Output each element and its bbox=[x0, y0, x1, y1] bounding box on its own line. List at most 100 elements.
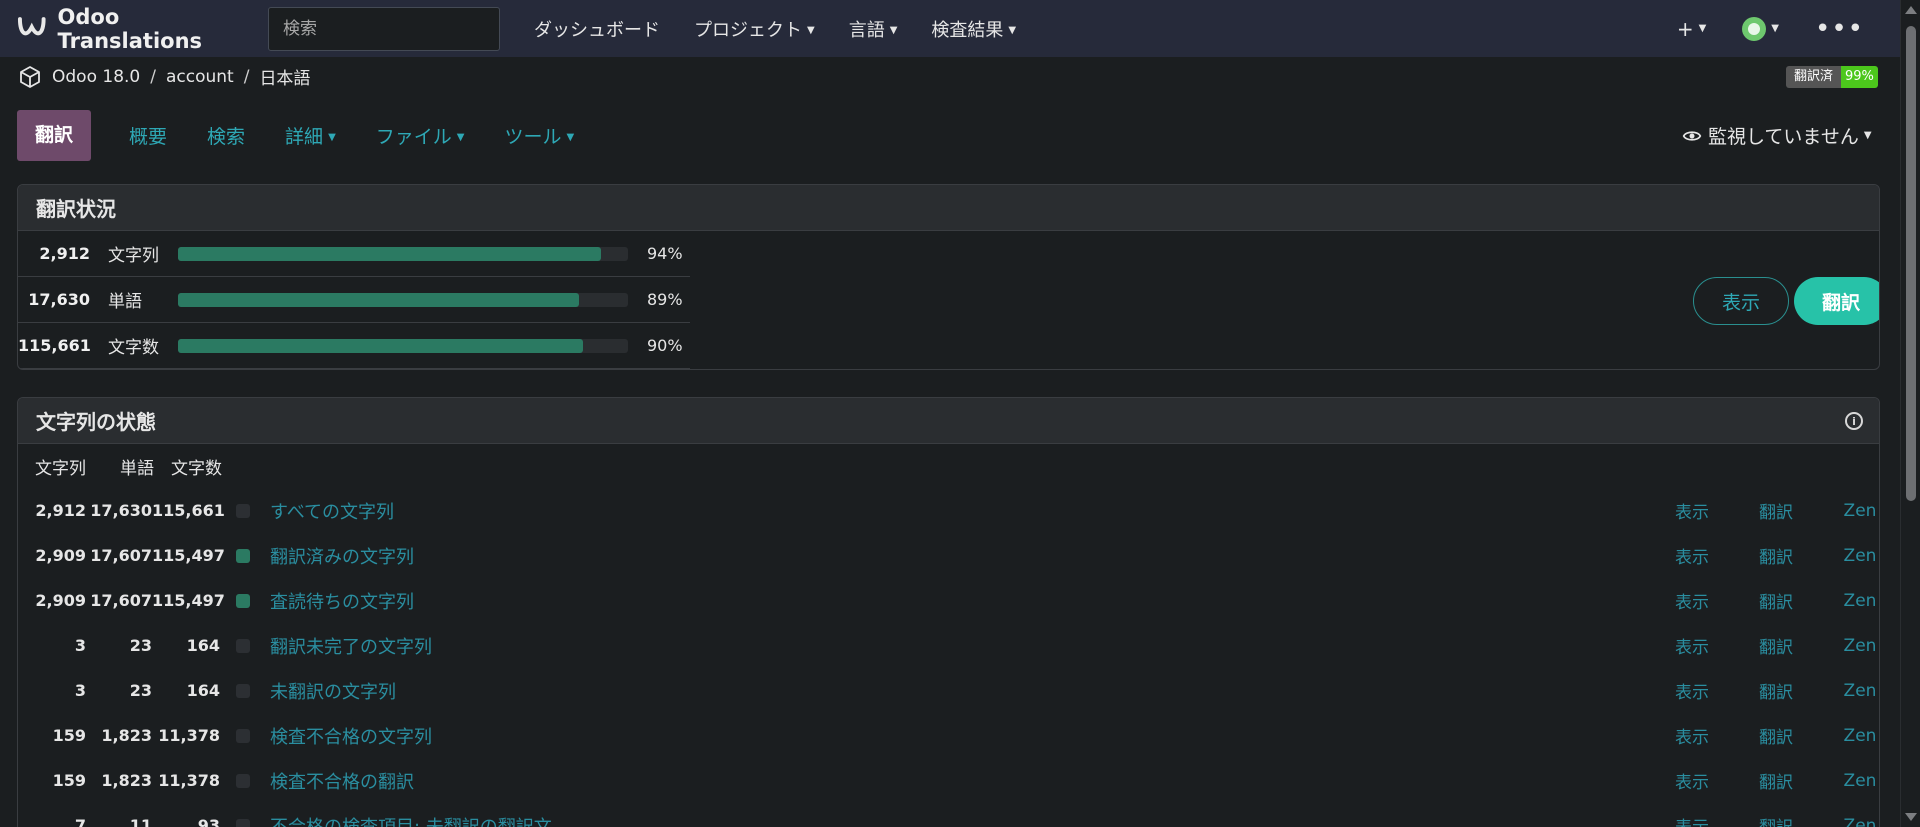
more-menu-button[interactable]: ••• bbox=[1815, 16, 1864, 42]
view-button[interactable]: 表示 bbox=[1693, 277, 1789, 325]
nav-links: ダッシュボード プロジェクト ▼ 言語 ▼ 検査結果 ▼ bbox=[534, 16, 1050, 42]
tab-search[interactable]: 検索 bbox=[207, 122, 245, 149]
progress-bar bbox=[178, 292, 628, 307]
string-filter-link[interactable]: 査読待ちの文字列 bbox=[270, 588, 414, 614]
row-actions: 表示翻訳Zen bbox=[1650, 668, 1879, 713]
tab-tools[interactable]: ツール ▼ bbox=[504, 122, 574, 149]
top-navbar: Odoo Translations ダッシュボード プロジェクト▼ 言語▼ 検査… bbox=[0, 0, 1900, 57]
tab-translate[interactable]: 翻訳 bbox=[17, 110, 92, 161]
translate-link[interactable]: 翻訳 bbox=[1734, 813, 1818, 827]
translate-button[interactable]: 翻訳 bbox=[1794, 277, 1879, 325]
zen-link[interactable]: Zen bbox=[1818, 726, 1879, 746]
string-count: 2,909 bbox=[35, 546, 86, 565]
nav-languages[interactable]: 言語 ▼ bbox=[849, 16, 898, 42]
word-count: 11 bbox=[129, 816, 152, 827]
zen-link[interactable]: Zen bbox=[1818, 816, 1879, 827]
row-actions: 表示翻訳Zen bbox=[1650, 623, 1879, 668]
view-link[interactable]: 表示 bbox=[1650, 588, 1734, 613]
tab-files[interactable]: ファイル ▼ bbox=[376, 122, 465, 149]
add-menu-button[interactable]: + ▼ bbox=[1677, 17, 1706, 41]
avatar bbox=[1742, 16, 1767, 41]
char-count: 115,497 bbox=[152, 546, 225, 565]
status-chip bbox=[236, 638, 250, 653]
row-actions: 表示翻訳Zen bbox=[1650, 488, 1879, 533]
view-link[interactable]: 表示 bbox=[1650, 498, 1734, 523]
char-count: 164 bbox=[186, 681, 220, 700]
zen-link[interactable]: Zen bbox=[1818, 591, 1879, 611]
translate-link[interactable]: 翻訳 bbox=[1734, 543, 1818, 568]
word-count: 1,823 bbox=[101, 771, 152, 790]
string-filter-link[interactable]: 検査不合格の翻訳 bbox=[270, 768, 414, 794]
translate-link[interactable]: 翻訳 bbox=[1734, 498, 1818, 523]
row-actions: 表示翻訳Zen bbox=[1650, 713, 1879, 758]
view-link[interactable]: 表示 bbox=[1650, 633, 1734, 658]
status-chip bbox=[236, 593, 250, 608]
nav-dashboard[interactable]: ダッシュボード bbox=[534, 16, 660, 42]
scroll-up-arrow-icon[interactable] bbox=[1905, 6, 1917, 14]
status-chip bbox=[236, 548, 250, 563]
string-filter-link[interactable]: 翻訳済みの文字列 bbox=[270, 543, 414, 569]
stat-row: 115,661 文字数 90% bbox=[18, 323, 690, 369]
word-count: 17,607 bbox=[90, 591, 152, 610]
zen-link[interactable]: Zen bbox=[1818, 501, 1879, 521]
stat-row: 2,912 文字列 94% bbox=[18, 231, 690, 277]
word-count: 1,823 bbox=[101, 726, 152, 745]
page-scrollbar[interactable] bbox=[1900, 0, 1920, 827]
translate-link[interactable]: 翻訳 bbox=[1734, 768, 1818, 793]
zen-link[interactable]: Zen bbox=[1818, 546, 1879, 566]
row-actions: 表示翻訳Zen bbox=[1650, 758, 1879, 803]
scroll-down-arrow-icon[interactable] bbox=[1905, 813, 1917, 821]
char-count: 115,497 bbox=[152, 591, 225, 610]
caret-down-icon: ▼ bbox=[328, 132, 336, 143]
nav-projects[interactable]: プロジェクト ▼ bbox=[694, 16, 815, 42]
char-count: 93 bbox=[197, 816, 220, 827]
table-row: 3 23 164 未翻訳の文字列 表示 翻訳 Zen bbox=[18, 668, 1879, 713]
view-link[interactable]: 表示 bbox=[1650, 723, 1734, 748]
breadcrumb-component[interactable]: account bbox=[166, 67, 234, 87]
string-status-card: 文字列の状態 i 文字列 単語 文字数 2,912 17,630 115,661 すべ… bbox=[17, 397, 1880, 827]
scroll-thumb[interactable] bbox=[1906, 26, 1916, 501]
view-link[interactable]: 表示 bbox=[1650, 678, 1734, 703]
progress-bar bbox=[178, 246, 628, 261]
breadcrumb-project[interactable]: Odoo 18.0 bbox=[52, 67, 140, 87]
search-input[interactable] bbox=[268, 6, 500, 51]
view-link[interactable]: 表示 bbox=[1650, 768, 1734, 793]
watch-toggle[interactable]: 監視していません ▼ bbox=[1682, 122, 1872, 149]
table-row: 7 11 93 不合格の検査項目: 未翻訳の翻訳文 表示翻訳Zen bbox=[18, 803, 1879, 827]
info-icon[interactable]: i bbox=[1845, 412, 1863, 430]
string-filter-link[interactable]: 未翻訳の文字列 bbox=[270, 678, 396, 704]
status-chip bbox=[236, 728, 250, 743]
cube-icon bbox=[20, 65, 40, 88]
zen-link[interactable]: Zen bbox=[1818, 636, 1879, 656]
caret-down-icon: ▼ bbox=[889, 25, 898, 36]
translate-link[interactable]: 翻訳 bbox=[1734, 678, 1818, 703]
table-row: 2,909 17,607 115,497 翻訳済みの文字列 表示 翻訳 Zen bbox=[18, 533, 1879, 578]
string-filter-link[interactable]: 検査不合格の文字列 bbox=[270, 723, 432, 749]
zen-link[interactable]: Zen bbox=[1818, 771, 1879, 791]
tab-overview[interactable]: 概要 bbox=[129, 122, 167, 149]
view-link[interactable]: 表示 bbox=[1650, 543, 1734, 568]
table-row: 2,909 17,607 115,497 査読待ちの文字列 表示 翻訳 Zen bbox=[18, 578, 1879, 623]
string-filter-link[interactable]: 翻訳未完了の文字列 bbox=[270, 633, 432, 659]
card-title: 翻訳状況 bbox=[18, 185, 1879, 231]
status-chip bbox=[236, 503, 250, 518]
word-count: 23 bbox=[129, 681, 152, 700]
user-menu-button[interactable]: ▼ bbox=[1742, 16, 1779, 41]
word-count: 17,630 bbox=[90, 501, 152, 520]
row-actions: 表示翻訳Zen bbox=[1650, 578, 1879, 623]
weblate-logo-icon bbox=[17, 16, 46, 35]
word-count: 23 bbox=[129, 636, 152, 655]
view-link[interactable]: 表示 bbox=[1650, 813, 1734, 827]
translate-link[interactable]: 翻訳 bbox=[1734, 633, 1818, 658]
translate-link[interactable]: 翻訳 bbox=[1734, 723, 1818, 748]
string-filter-link[interactable]: 不合格の検査項目: 未翻訳の翻訳文 bbox=[270, 813, 552, 827]
string-count: 159 bbox=[52, 771, 86, 790]
string-filter-link[interactable]: すべての文字列 bbox=[270, 498, 394, 524]
tab-details[interactable]: 詳細 ▼ bbox=[285, 122, 336, 149]
breadcrumb-language[interactable]: 日本語 bbox=[259, 64, 310, 89]
translate-link[interactable]: 翻訳 bbox=[1734, 588, 1818, 613]
nav-checks[interactable]: 検査結果 ▼ bbox=[931, 16, 1016, 42]
brand[interactable]: Odoo Translations bbox=[16, 5, 268, 53]
zen-link[interactable]: Zen bbox=[1818, 681, 1879, 701]
translated-badge[interactable]: 翻訳済 99% bbox=[1786, 66, 1878, 88]
